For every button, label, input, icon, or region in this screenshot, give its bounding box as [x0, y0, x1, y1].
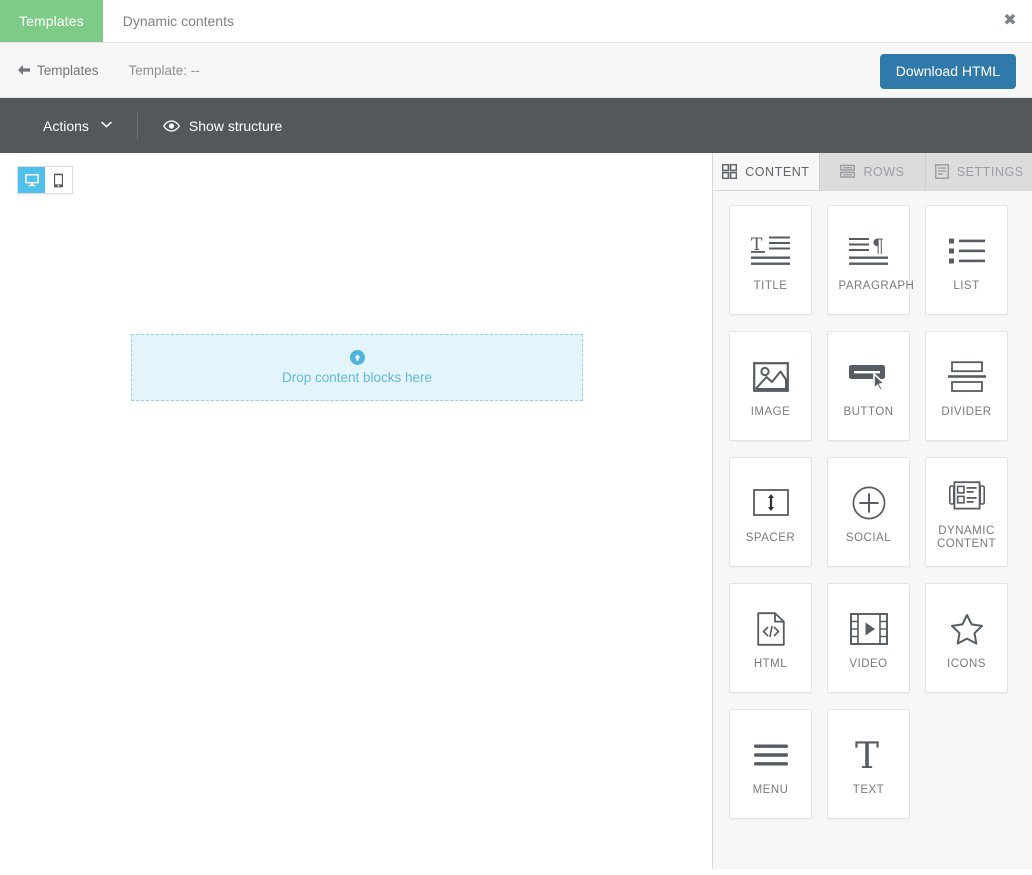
html-code-icon — [756, 606, 785, 652]
block-icons-label: ICONS — [947, 657, 986, 670]
tab-settings[interactable]: SETTINGS — [926, 153, 1032, 190]
block-divider-label: DIVIDER — [941, 405, 992, 418]
tab-templates[interactable]: Templates — [0, 0, 103, 42]
block-menu-label: MENU — [752, 783, 789, 796]
rows-icon — [840, 164, 856, 179]
tab-dynamic-contents[interactable]: Dynamic contents — [103, 0, 254, 42]
editor-toolbar: Actions Show structure — [0, 98, 1032, 153]
star-icon — [950, 606, 984, 652]
block-paragraph-label: PARAGRAPH — [838, 279, 915, 292]
settings-document-icon — [934, 164, 949, 179]
content-panel: CONTENT ROWS SETTINGS T TITLE ¶ PARAGRAP… — [712, 153, 1032, 869]
show-structure-button[interactable]: Show structure — [162, 117, 283, 134]
arrow-left-icon — [17, 64, 31, 76]
eye-icon — [162, 119, 180, 132]
block-spacer-label: SPACER — [745, 531, 796, 544]
block-spacer[interactable]: SPACER — [729, 457, 812, 567]
tab-dynamic-contents-label: Dynamic contents — [122, 13, 234, 29]
download-html-button[interactable]: Download HTML — [879, 54, 1016, 89]
tab-templates-label: Templates — [19, 13, 84, 29]
social-plus-icon — [852, 480, 886, 526]
block-paragraph[interactable]: ¶ PARAGRAPH — [827, 205, 915, 315]
block-menu[interactable]: MENU — [729, 709, 812, 819]
content-blocks-grid: T TITLE ¶ PARAGRAPH LIST IMAGE BUTTON DI… — [713, 191, 1032, 869]
block-html[interactable]: HTML — [729, 583, 812, 693]
show-structure-label: Show structure — [188, 117, 283, 134]
text-t-icon: T — [852, 732, 886, 778]
block-list-label: LIST — [953, 279, 980, 292]
block-image-label: IMAGE — [750, 405, 791, 418]
arrow-up-circle-icon — [349, 350, 365, 365]
main-area: Drop content blocks here CONTENT ROWS SE… — [0, 153, 1032, 869]
video-icon — [849, 606, 888, 652]
actions-label: Actions — [43, 117, 89, 134]
block-social-label: SOCIAL — [845, 531, 892, 544]
button-icon — [848, 354, 890, 400]
toolbar-divider — [136, 112, 138, 139]
tab-content-label: CONTENT — [745, 164, 810, 179]
block-title-label: TITLE — [753, 279, 788, 292]
desktop-view-button[interactable] — [18, 167, 45, 193]
spacer-icon — [752, 480, 789, 526]
tab-rows[interactable]: ROWS — [819, 153, 927, 190]
block-list[interactable]: LIST — [925, 205, 1008, 315]
image-icon — [752, 354, 789, 400]
block-video[interactable]: VIDEO — [827, 583, 910, 693]
drop-zone-label: Drop content blocks here — [281, 370, 433, 385]
block-button-label: BUTTON — [843, 405, 894, 418]
block-divider[interactable]: DIVIDER — [925, 331, 1008, 441]
back-to-templates-link[interactable]: Templates — [17, 63, 99, 78]
block-title[interactable]: T TITLE — [729, 205, 812, 315]
block-social[interactable]: SOCIAL — [827, 457, 910, 567]
top-tab-bar: Templates Dynamic contents ✖ — [0, 0, 1032, 43]
actions-dropdown-button[interactable]: Actions — [43, 118, 112, 134]
breadcrumb-bar: Templates Template: -- Download HTML — [0, 43, 1032, 98]
list-icon — [948, 228, 985, 274]
mobile-view-button[interactable] — [45, 167, 72, 193]
grid-icon — [722, 164, 738, 179]
block-text-label: TEXT — [852, 783, 885, 796]
dynamic-content-icon — [948, 473, 985, 519]
divider-icon — [947, 354, 986, 400]
svg-text:T: T — [855, 737, 879, 773]
mobile-icon — [53, 173, 64, 188]
device-preview-toggle — [17, 166, 73, 194]
block-button[interactable]: BUTTON — [827, 331, 910, 441]
block-image[interactable]: IMAGE — [729, 331, 812, 441]
title-icon: T — [750, 228, 792, 274]
tab-rows-label: ROWS — [863, 164, 905, 179]
back-to-templates-label: Templates — [37, 62, 99, 78]
block-icons[interactable]: ICONS — [925, 583, 1008, 693]
drop-content-blocks-zone[interactable]: Drop content blocks here — [131, 334, 583, 401]
paragraph-icon: ¶ — [848, 228, 890, 274]
block-html-label: HTML — [753, 657, 788, 670]
panel-tab-bar: CONTENT ROWS SETTINGS — [713, 153, 1032, 191]
block-text[interactable]: T TEXT — [827, 709, 910, 819]
tab-content[interactable]: CONTENT — [713, 153, 820, 190]
template-name-label: Template: -- — [128, 62, 200, 78]
chevron-down-icon — [101, 121, 112, 128]
block-dynamic-content[interactable]: DYNAMIC CONTENT — [925, 457, 1008, 567]
email-canvas: Drop content blocks here — [0, 153, 712, 869]
desktop-icon — [24, 173, 40, 187]
close-icon[interactable]: ✖ — [1001, 11, 1019, 29]
svg-text:¶: ¶ — [872, 235, 884, 257]
menu-hamburger-icon — [753, 732, 788, 778]
block-dynamic-content-label: DYNAMIC CONTENT — [936, 525, 997, 550]
block-video-label: VIDEO — [849, 657, 888, 670]
tab-settings-label: SETTINGS — [956, 164, 1024, 179]
